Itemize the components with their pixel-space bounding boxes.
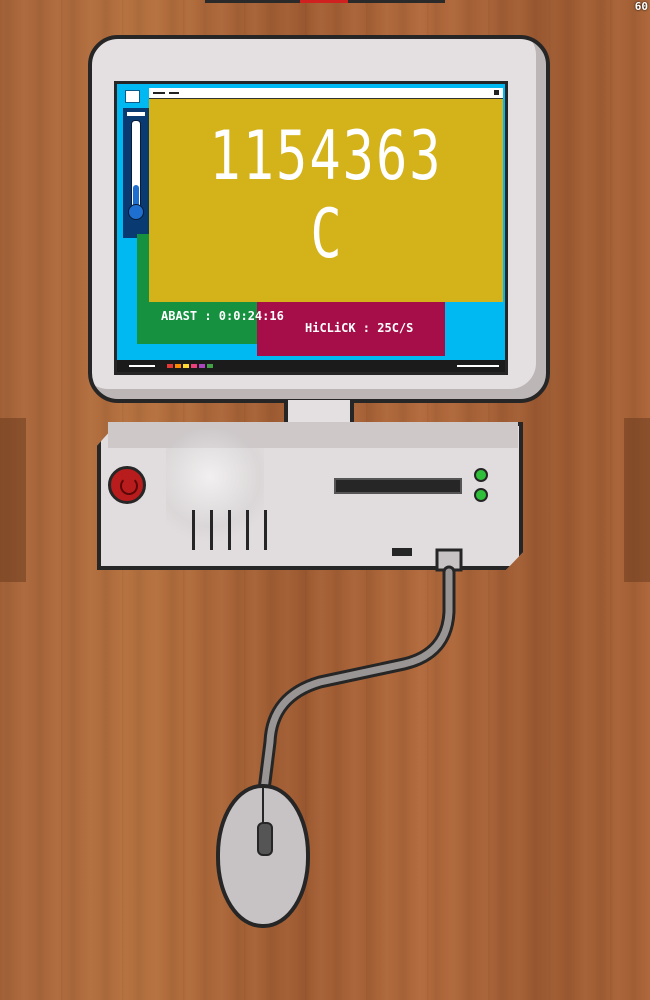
tray-icon[interactable] xyxy=(191,364,197,368)
mouse-wheel[interactable] xyxy=(257,822,273,856)
tray-icon[interactable] xyxy=(207,364,213,368)
desktop-icon[interactable] xyxy=(125,90,140,103)
side-panel-left xyxy=(0,418,26,582)
thermometer-cap xyxy=(127,112,145,116)
window-titlebar[interactable] xyxy=(149,88,503,99)
titlebar-mark xyxy=(169,92,179,94)
taskbar xyxy=(117,360,505,372)
monitor: 1154363 C ABAST : 0:0:24:16 HiCLiCK : 25… xyxy=(88,35,550,403)
led-indicator xyxy=(474,488,488,502)
hiclick-stat: HiCLiCK : 25C/S xyxy=(305,321,414,335)
vent-slot xyxy=(228,510,231,550)
thermometer-panel xyxy=(123,108,149,238)
fan-icon xyxy=(166,428,264,550)
tray-icon[interactable] xyxy=(199,364,205,368)
usb-port xyxy=(392,548,412,556)
power-icon[interactable] xyxy=(108,466,146,504)
close-icon[interactable] xyxy=(494,90,499,95)
titlebar-mark xyxy=(153,92,165,94)
vent-slot xyxy=(246,510,249,550)
tray-icon[interactable] xyxy=(183,364,189,368)
click-counter: 1154363 xyxy=(209,118,443,196)
mouse-button-split xyxy=(262,788,264,824)
tray-icon[interactable] xyxy=(167,364,173,368)
vent-slot xyxy=(264,510,267,550)
thermometer-icon xyxy=(131,120,141,208)
system-tray xyxy=(457,365,499,367)
top-bar-marker xyxy=(300,0,348,3)
abast-stat: ABAST : 0:0:24:16 xyxy=(161,309,284,323)
start-button[interactable] xyxy=(129,365,155,367)
vent-slot xyxy=(192,510,195,550)
led-indicator xyxy=(474,468,488,482)
thermometer-bulb xyxy=(128,204,144,220)
mouse-icon[interactable] xyxy=(216,784,310,928)
disk-slot xyxy=(334,478,462,494)
fps-counter: 60 xyxy=(634,0,648,13)
monitor-screen: 1154363 C ABAST : 0:0:24:16 HiCLiCK : 25… xyxy=(114,81,508,375)
counter-unit: C xyxy=(310,196,342,274)
vent-slot xyxy=(210,510,213,550)
tray-icon[interactable] xyxy=(175,364,181,368)
side-panel-right xyxy=(624,418,650,582)
counter-window[interactable]: 1154363 C xyxy=(149,88,503,302)
